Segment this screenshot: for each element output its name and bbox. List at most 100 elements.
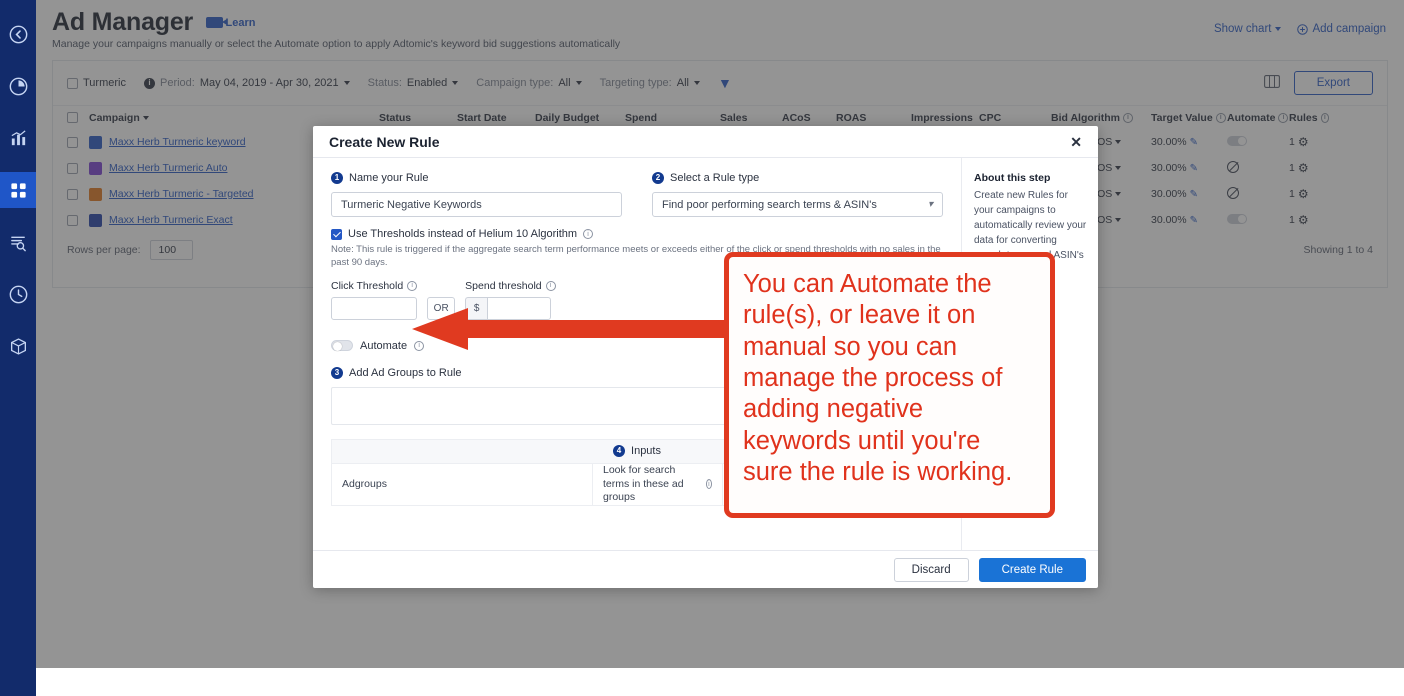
click-threshold-input[interactable] bbox=[331, 296, 417, 320]
sidebar-item-keywords[interactable] bbox=[0, 224, 36, 260]
step-1-label: Name your Rule bbox=[349, 172, 429, 184]
campaign-type-icon bbox=[89, 135, 102, 149]
period-filter[interactable]: i Period: May 04, 2019 - Apr 30, 2021 bbox=[143, 77, 350, 89]
target-value-cell[interactable]: 30.00% ✎ bbox=[1151, 136, 1227, 148]
about-title: About this step bbox=[974, 172, 1051, 184]
column-sales[interactable]: Sales bbox=[720, 112, 782, 124]
campaign-name[interactable]: Maxx Herb Turmeric Exact bbox=[109, 214, 233, 226]
column-impressions[interactable]: Impressions bbox=[911, 112, 979, 124]
row-checkbox[interactable] bbox=[67, 136, 89, 148]
annotation-callout: You can Automate the rule(s), or leave i… bbox=[724, 252, 1055, 518]
account-checkbox-group[interactable]: Turmeric bbox=[67, 77, 126, 89]
gear-icon[interactable]: ⚙ bbox=[1298, 187, 1309, 201]
rule-type-select[interactable]: Find poor performing search terms & ASIN… bbox=[652, 192, 943, 217]
column-campaign[interactable]: Campaign bbox=[89, 112, 379, 124]
gear-icon[interactable]: ⚙ bbox=[1298, 213, 1309, 227]
export-button[interactable]: Export bbox=[1293, 71, 1373, 95]
column-daily-budget[interactable]: Daily Budget bbox=[535, 112, 625, 124]
column-cpc[interactable]: CPC bbox=[979, 112, 1051, 124]
show-chart-dropdown[interactable]: Show chart bbox=[1214, 23, 1282, 35]
status-filter[interactable]: Status: Enabled bbox=[368, 77, 459, 89]
automate-toggle[interactable] bbox=[1227, 213, 1247, 224]
rules-cell[interactable]: 1 ⚙ bbox=[1289, 135, 1329, 149]
gear-icon[interactable]: ⚙ bbox=[1298, 161, 1309, 175]
chevron-down-icon bbox=[1275, 27, 1282, 31]
automate-cell[interactable] bbox=[1227, 213, 1289, 227]
campaign-type-icon bbox=[89, 161, 102, 175]
ad-manager-icon bbox=[10, 182, 26, 198]
target-value-cell[interactable]: 30.00% ✎ bbox=[1151, 162, 1227, 174]
add-campaign-button[interactable]: Add campaign bbox=[1297, 23, 1386, 35]
step-2-label-group: 2 Select a Rule type bbox=[652, 172, 943, 184]
row-checkbox[interactable] bbox=[67, 188, 89, 200]
sidebar-item-analytics[interactable] bbox=[0, 120, 36, 156]
create-rule-button[interactable]: Create Rule bbox=[978, 557, 1086, 582]
rule-name-input[interactable]: Turmeric Negative Keywords bbox=[331, 192, 622, 217]
campaign-name[interactable]: Maxx Herb Turmeric Auto bbox=[109, 162, 227, 174]
info-icon: i bbox=[143, 77, 155, 89]
rules-cell[interactable]: 1 ⚙ bbox=[1289, 161, 1329, 175]
sidebar-item-back[interactable] bbox=[0, 16, 36, 52]
campaign-name[interactable]: Maxx Herb Turmeric - Targeted bbox=[109, 188, 254, 200]
rows-per-page-label: Rows per page: bbox=[67, 244, 141, 256]
select-all-checkbox[interactable] bbox=[67, 112, 89, 124]
info-icon[interactable]: i bbox=[705, 479, 712, 490]
step-2-label: Select a Rule type bbox=[670, 172, 760, 184]
automate-toggle[interactable] bbox=[1227, 135, 1247, 146]
product-box-icon bbox=[10, 337, 26, 355]
edit-pencil-icon[interactable]: ✎ bbox=[1190, 215, 1198, 226]
rules-cell[interactable]: 1 ⚙ bbox=[1289, 187, 1329, 201]
columns-icon[interactable] bbox=[1263, 75, 1280, 91]
filter-funnel-icon[interactable]: ▼ bbox=[718, 75, 732, 91]
automate-cell[interactable] bbox=[1227, 135, 1289, 149]
edit-pencil-icon[interactable]: ✎ bbox=[1190, 163, 1198, 174]
campaign-name[interactable]: Maxx Herb Turmeric keyword bbox=[109, 136, 246, 148]
automate-toggle[interactable] bbox=[331, 340, 353, 352]
click-threshold-label-group: Click Threshold i bbox=[331, 280, 418, 292]
column-status[interactable]: Status bbox=[379, 112, 457, 124]
target-value-cell[interactable]: 30.00% ✎ bbox=[1151, 214, 1227, 226]
info-icon[interactable]: i bbox=[545, 280, 556, 291]
campaign-type-label: Campaign type: bbox=[476, 77, 554, 89]
use-thresholds-checkbox[interactable] bbox=[331, 228, 342, 240]
learn-link[interactable]: Learn bbox=[205, 17, 256, 29]
step-2-rule-type: 2 Select a Rule type Find poor performin… bbox=[652, 172, 943, 217]
column-start-date[interactable]: Start Date bbox=[457, 112, 535, 124]
column-roas[interactable]: ROAS bbox=[836, 112, 911, 124]
column-bid-algorithm[interactable]: Bid Algorithm i bbox=[1051, 112, 1151, 124]
sidebar-item-products[interactable] bbox=[0, 328, 36, 364]
edit-pencil-icon[interactable]: ✎ bbox=[1190, 189, 1198, 200]
status-label: Status: bbox=[367, 77, 402, 89]
sidebar-item-dashboard[interactable] bbox=[0, 68, 36, 104]
discard-button[interactable]: Discard bbox=[893, 557, 969, 582]
automate-cell[interactable] bbox=[1227, 186, 1289, 202]
modal-title: Create New Rule bbox=[329, 133, 440, 150]
account-checkbox[interactable] bbox=[67, 77, 78, 89]
automate-label: Automate bbox=[360, 339, 408, 352]
column-automate[interactable]: Automate i bbox=[1227, 112, 1289, 124]
sidebar-item-ad-manager[interactable] bbox=[0, 172, 36, 208]
automate-cell[interactable] bbox=[1227, 160, 1289, 176]
gear-icon[interactable]: ⚙ bbox=[1298, 135, 1309, 149]
row-checkbox[interactable] bbox=[67, 162, 89, 174]
row-checkbox[interactable] bbox=[67, 214, 89, 226]
use-thresholds-row[interactable]: Use Thresholds instead of Helium 10 Algo… bbox=[331, 228, 943, 240]
filter-bar: Turmeric i Period: May 04, 2019 - Apr 30… bbox=[53, 61, 1387, 105]
column-acos[interactable]: ACoS bbox=[782, 112, 836, 124]
column-spend[interactable]: Spend bbox=[625, 112, 720, 124]
edit-pencil-icon[interactable]: ✎ bbox=[1190, 137, 1198, 148]
rows-per-page-select[interactable]: 100 bbox=[149, 240, 194, 260]
column-target-value[interactable]: Target Value i bbox=[1151, 112, 1227, 124]
campaign-type-icon bbox=[89, 187, 102, 201]
campaign-type-filter[interactable]: Campaign type: All bbox=[476, 77, 582, 89]
info-icon[interactable]: i bbox=[407, 280, 418, 291]
target-value-cell[interactable]: 30.00% ✎ bbox=[1151, 188, 1227, 200]
info-icon[interactable]: i bbox=[583, 229, 594, 239]
rules-cell[interactable]: 1 ⚙ bbox=[1289, 213, 1329, 227]
screenshot-root: Ad Manager Learn Manage your campaigns m… bbox=[0, 0, 1404, 696]
column-rules[interactable]: Rules i bbox=[1289, 112, 1329, 124]
close-icon[interactable]: ✕ bbox=[1070, 135, 1082, 149]
targeting-type-filter[interactable]: Targeting type: All bbox=[600, 77, 700, 89]
chevron-down-icon bbox=[693, 81, 700, 85]
sidebar-item-history[interactable] bbox=[0, 276, 36, 312]
